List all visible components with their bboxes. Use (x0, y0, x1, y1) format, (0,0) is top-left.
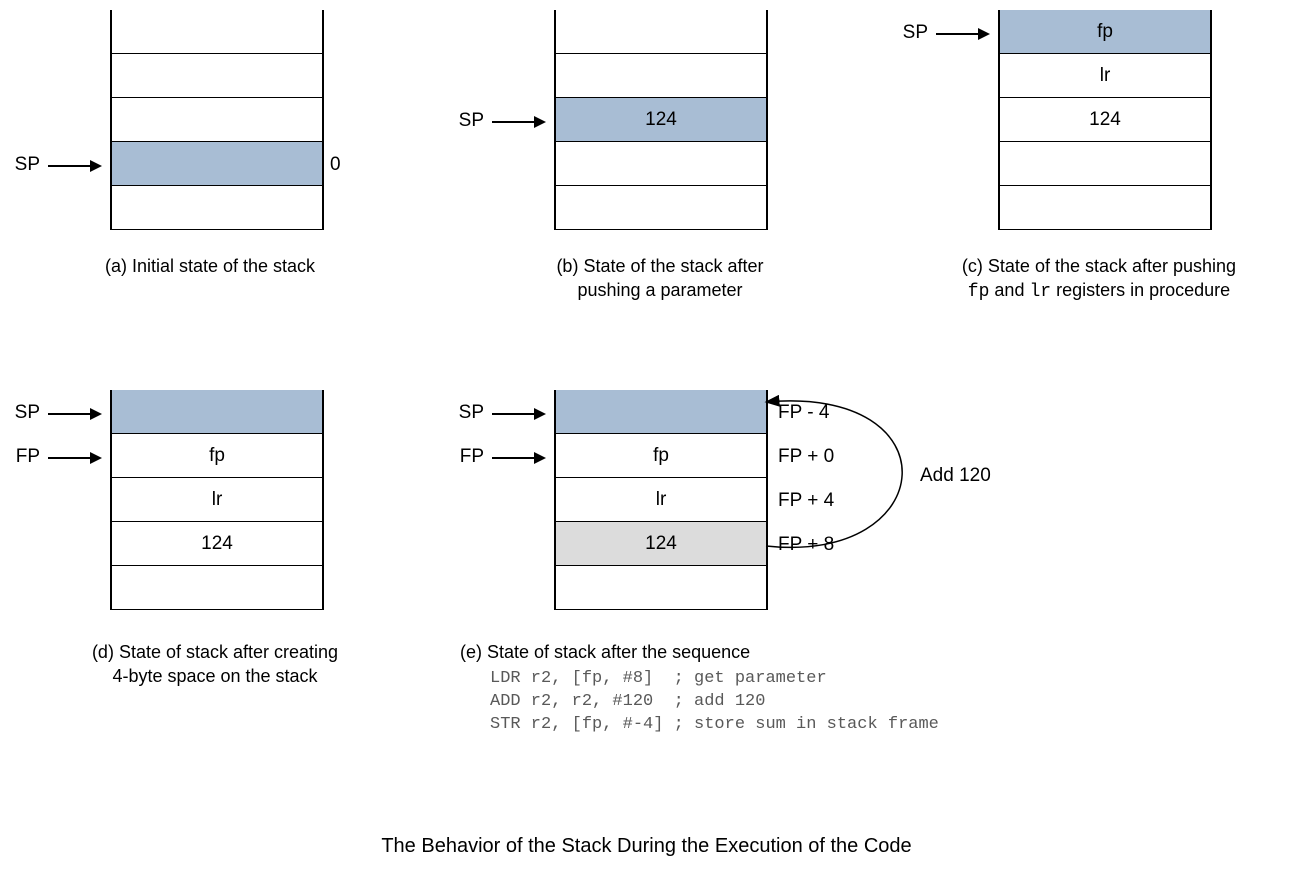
code-e-l3: STR r2, [fp, #-4] ; store sum in stack f… (490, 715, 939, 734)
stack-c-cell: lr (1000, 54, 1210, 98)
stack-c-cell: fp (1000, 10, 1210, 54)
caption-d-l1: (d) State of stack after creating (92, 642, 338, 662)
sp-label-b: SP (444, 110, 484, 132)
fp-arrow-d (48, 457, 100, 459)
diagram-page: SP 0 (a) Initial state of the stack 124 … (0, 0, 1293, 891)
sp-arrow-b (492, 121, 544, 123)
caption-d: (d) State of stack after creating 4-byte… (50, 640, 380, 689)
stack-b-cell (556, 186, 766, 230)
caption-c-l2-lr: lr (1029, 282, 1051, 302)
fp-arrow-e (492, 457, 544, 459)
stack-e-cell (556, 390, 766, 434)
caption-c: (c) State of the stack after pushing fp … (905, 254, 1293, 305)
stack-b-cell: 124 (556, 98, 766, 142)
stack-d: fp lr 124 (110, 390, 324, 610)
stack-e-cell: lr (556, 478, 766, 522)
stack-c: fp lr 124 (998, 10, 1212, 230)
caption-a: (a) Initial state of the stack (60, 254, 360, 278)
stack-e-cell (556, 566, 766, 610)
stack-e-off1: FP + 0 (778, 446, 834, 468)
stack-a-side-zero: 0 (330, 154, 341, 176)
sp-arrow-e (492, 413, 544, 415)
stack-a-cell (112, 10, 322, 54)
caption-e: (e) State of stack after the sequence LD… (460, 640, 1060, 737)
stack-b-cell (556, 142, 766, 186)
stack-a (110, 10, 324, 230)
stack-a-cell (112, 142, 322, 186)
caption-c-l2-post: registers in procedure (1056, 280, 1230, 300)
sp-label-e: SP (444, 402, 484, 424)
sp-label-c: SP (888, 22, 928, 44)
stack-d-cell (112, 566, 322, 610)
stack-a-cell (112, 54, 322, 98)
stack-d-cell: 124 (112, 522, 322, 566)
caption-b-l1: (b) State of the stack after (556, 256, 763, 276)
stack-a-cell (112, 98, 322, 142)
stack-d-cell (112, 390, 322, 434)
caption-c-l2-mid: and (994, 280, 1029, 300)
sp-label-d: SP (0, 402, 40, 424)
caption-c-l2-fp: fp (968, 282, 990, 302)
stack-e-cell: 124 (556, 522, 766, 566)
caption-b: (b) State of the stack after pushing a p… (470, 254, 850, 303)
stack-e-cell: fp (556, 434, 766, 478)
stack-c-cell (1000, 142, 1210, 186)
diagram-title: The Behavior of the Stack During the Exe… (0, 835, 1293, 858)
stack-d-cell: lr (112, 478, 322, 522)
sp-arrow-c (936, 33, 988, 35)
code-e-l1: LDR r2, [fp, #8] ; get parameter (490, 669, 827, 688)
stack-e-off2: FP + 4 (778, 490, 834, 512)
stack-e: fp lr 124 (554, 390, 768, 610)
code-e: LDR r2, [fp, #8] ; get parameter ADD r2,… (490, 668, 1060, 737)
caption-b-l2: pushing a parameter (577, 280, 742, 300)
stack-b-cell (556, 10, 766, 54)
stack-e-off3: FP + 8 (778, 534, 834, 556)
stack-a-cell (112, 186, 322, 230)
stack-c-cell (1000, 186, 1210, 230)
caption-e-text: (e) State of stack after the sequence (460, 642, 750, 662)
sp-arrow-d (48, 413, 100, 415)
stack-b: 124 (554, 10, 768, 230)
fp-label-d: FP (0, 446, 40, 468)
caption-c-l1: (c) State of the stack after pushing (962, 256, 1236, 276)
stack-d-cell: fp (112, 434, 322, 478)
sp-label-a: SP (0, 154, 40, 176)
stack-b-cell (556, 54, 766, 98)
caption-a-text: (a) Initial state of the stack (105, 256, 315, 276)
caption-d-l2: 4-byte space on the stack (112, 666, 317, 686)
stack-c-cell: 124 (1000, 98, 1210, 142)
fp-label-e: FP (444, 446, 484, 468)
sp-arrow-a (48, 165, 100, 167)
add-label: Add 120 (920, 465, 991, 487)
code-e-l2: ADD r2, r2, #120 ; add 120 (490, 692, 765, 711)
stack-e-off0: FP - 4 (778, 402, 829, 424)
